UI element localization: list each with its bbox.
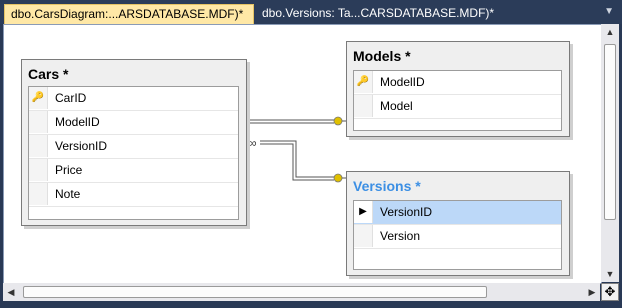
- column-row-versionid[interactable]: VersionID: [29, 135, 238, 159]
- column-name: ModelID: [55, 115, 100, 129]
- column-name: Model: [380, 99, 413, 113]
- column-row-model[interactable]: Model: [354, 95, 561, 119]
- column-row-price[interactable]: Price: [29, 159, 238, 183]
- row-selector: [354, 225, 373, 247]
- key-end-icon: [333, 116, 343, 126]
- row-selector: [29, 135, 48, 157]
- table-versions-title: Versions *: [353, 178, 421, 194]
- vertical-scroll-thumb[interactable]: [604, 44, 616, 220]
- relationship-cars-versions[interactable]: ∞: [248, 136, 346, 183]
- table-cars-columns: 🔑 CarID ModelID VersionID Price Note: [28, 86, 239, 220]
- key-icon: 🔑: [29, 87, 48, 109]
- table-versions[interactable]: Versions * ▶🔑 VersionID Version: [346, 171, 570, 276]
- table-models-title: Models *: [353, 48, 411, 64]
- column-name: VersionID: [380, 205, 433, 219]
- scroll-left-icon[interactable]: ◀: [3, 283, 19, 301]
- infinity-end-icon: ∞: [248, 136, 257, 150]
- column-row-modelid[interactable]: ModelID: [29, 111, 238, 135]
- column-row-note[interactable]: Note: [29, 183, 238, 207]
- row-selector-arrow-icon: ▶🔑: [354, 201, 373, 239]
- column-name: Version: [380, 229, 421, 243]
- diagram-canvas[interactable]: ∞ ∞ Cars * 🔑 CarID ModelID: [3, 24, 602, 284]
- scroll-right-icon[interactable]: ▶: [584, 283, 600, 301]
- horizontal-scroll-thumb[interactable]: [23, 286, 487, 298]
- column-name: VersionID: [55, 139, 108, 153]
- tab-versions-table[interactable]: dbo.Versions: Ta...CARSDATABASE.MDF)*: [256, 4, 500, 24]
- document-tab-bar: dbo.CarsDiagram:...ARSDATABASE.MDF)* dbo…: [0, 0, 622, 24]
- vertical-scrollbar[interactable]: ▲ ▼: [601, 24, 619, 282]
- row-selector: [29, 111, 48, 133]
- column-row-modelid[interactable]: 🔑 ModelID: [354, 71, 561, 95]
- relationship-cars-models[interactable]: ∞: [240, 114, 346, 128]
- row-selector: [29, 183, 48, 205]
- column-row-version[interactable]: Version: [354, 225, 561, 249]
- table-versions-columns: ▶🔑 VersionID Version: [353, 200, 562, 270]
- column-name: Note: [55, 187, 81, 201]
- move-cross-icon[interactable]: ✥: [601, 283, 619, 301]
- table-models-columns: 🔑 ModelID Model: [353, 70, 562, 131]
- horizontal-scrollbar[interactable]: ◀ ▶: [3, 283, 600, 301]
- column-row-carid[interactable]: 🔑 CarID: [29, 87, 238, 111]
- row-selector: [354, 95, 373, 117]
- tab-cars-diagram[interactable]: dbo.CarsDiagram:...ARSDATABASE.MDF)*: [4, 4, 254, 24]
- scroll-down-icon[interactable]: ▼: [601, 266, 619, 282]
- scroll-up-icon[interactable]: ▲: [601, 24, 619, 40]
- table-models[interactable]: Models * 🔑 ModelID Model: [346, 41, 570, 137]
- row-selector: [29, 159, 48, 181]
- table-cars-title: Cars *: [28, 66, 69, 82]
- column-name: CarID: [55, 91, 87, 105]
- key-icon: 🔑: [354, 71, 373, 93]
- tab-dropdown-icon[interactable]: ▼: [604, 6, 614, 17]
- column-row-versionid[interactable]: ▶🔑 VersionID: [354, 201, 561, 239]
- key-end-icon: [333, 173, 343, 183]
- column-name: ModelID: [380, 75, 425, 89]
- column-name: Price: [55, 163, 83, 177]
- table-cars[interactable]: Cars * 🔑 CarID ModelID VersionID Price N…: [21, 59, 247, 226]
